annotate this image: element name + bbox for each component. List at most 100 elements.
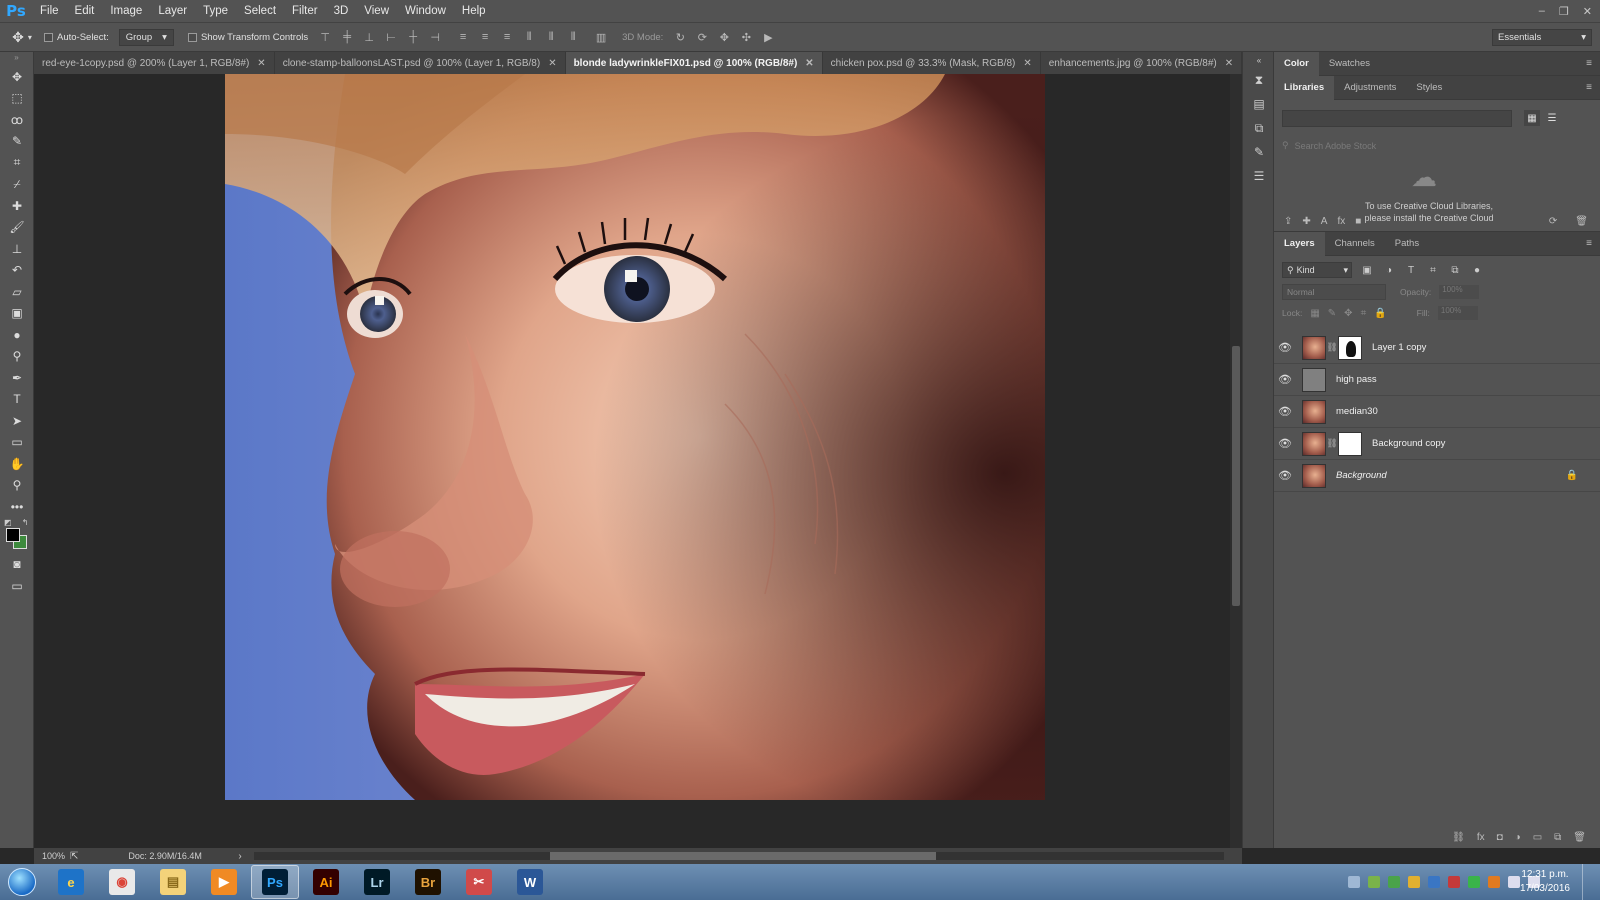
- document-tab[interactable]: blonde ladywrinkleFIX01.psd @ 100% (RGB/…: [565, 52, 823, 74]
- keyboard-icon[interactable]: [1348, 876, 1360, 888]
- sync-icon[interactable]: ⟳: [1549, 216, 1557, 227]
- new-group-icon[interactable]: ▭: [1533, 832, 1542, 843]
- taskbar-bridge[interactable]: Br: [404, 865, 452, 899]
- quick-selection-tool-icon[interactable]: ✎: [0, 131, 34, 153]
- lock-transparent-icon[interactable]: ▦: [1310, 308, 1319, 319]
- layer-mask-thumbnail[interactable]: [1338, 431, 1362, 456]
- 3d-orbit-icon[interactable]: ↻: [673, 30, 687, 44]
- visibility-eye-icon[interactable]: 👁: [1274, 469, 1296, 482]
- quick-mask-icon[interactable]: ◙: [0, 554, 34, 576]
- 3d-slide-icon[interactable]: ✣: [739, 30, 753, 44]
- tab-paths[interactable]: Paths: [1385, 232, 1429, 256]
- document-tab[interactable]: enhancements.jpg @ 100% (RGB/8#) ✕: [1040, 52, 1243, 74]
- tab-layers[interactable]: Layers: [1274, 231, 1325, 256]
- new-layer-icon[interactable]: ⧉: [1554, 832, 1561, 843]
- tab-adjustments[interactable]: Adjustments: [1334, 76, 1406, 100]
- library-select[interactable]: [1282, 110, 1512, 127]
- clone-stamp-tool-icon[interactable]: ⊥: [0, 238, 34, 260]
- align-bottom-icon[interactable]: ⊥: [362, 30, 376, 44]
- stock-search-input[interactable]: Search Adobe Stock: [1295, 141, 1377, 151]
- distribute-bottom-icon[interactable]: ≡: [500, 30, 514, 44]
- document-tab[interactable]: chicken pox.psd @ 33.3% (Mask, RGB/8) ✕: [822, 52, 1041, 74]
- visibility-eye-icon[interactable]: 👁: [1274, 405, 1296, 418]
- tab-swatches[interactable]: Swatches: [1319, 52, 1380, 76]
- healing-brush-tool-icon[interactable]: ✚: [0, 195, 34, 217]
- visibility-eye-icon[interactable]: 👁: [1274, 373, 1296, 386]
- upload-icon[interactable]: ⇪: [1284, 216, 1292, 227]
- properties-panel-icon[interactable]: ▤: [1243, 92, 1275, 116]
- panel-grip-icon[interactable]: »: [0, 52, 33, 66]
- taskbar-illustrator[interactable]: Ai: [302, 865, 350, 899]
- path-selection-tool-icon[interactable]: ➤: [0, 410, 34, 432]
- filter-smart-object-icon[interactable]: ⧉: [1448, 265, 1462, 276]
- tab-color[interactable]: Color: [1274, 51, 1319, 76]
- foreground-color-swatch[interactable]: [6, 527, 20, 542]
- menu-file[interactable]: File: [32, 0, 67, 22]
- show-transform-box[interactable]: [187, 32, 197, 42]
- lock-position-icon[interactable]: ✥: [1344, 308, 1352, 319]
- horizontal-scrollbar[interactable]: [254, 852, 1224, 860]
- layer-row[interactable]: 👁 high pass: [1274, 364, 1600, 396]
- panel-menu-icon[interactable]: ≡: [1586, 82, 1592, 93]
- add-layer-style-icon[interactable]: fx: [1337, 216, 1345, 227]
- filter-pixel-icon[interactable]: ▣: [1360, 265, 1374, 276]
- filter-toggle-icon[interactable]: ●: [1470, 265, 1484, 276]
- layer-filter-kind-select[interactable]: ⚲ Kind ▾: [1282, 262, 1352, 278]
- mask-link-icon[interactable]: ⛓: [1326, 342, 1338, 353]
- document-tab[interactable]: red-eye-1copy.psd @ 200% (Layer 1, RGB/8…: [34, 52, 275, 74]
- trash-icon[interactable]: 🗑: [1575, 216, 1588, 227]
- distribute-top-icon[interactable]: ≡: [456, 30, 470, 44]
- distribute-left-icon[interactable]: ⦀: [522, 30, 536, 44]
- menu-select[interactable]: Select: [236, 0, 284, 22]
- align-left-icon[interactable]: ⊢: [384, 30, 398, 44]
- 3d-camera-icon[interactable]: ▶: [761, 30, 775, 44]
- add-graphic-icon[interactable]: ✚: [1302, 216, 1310, 227]
- lasso-tool-icon[interactable]: ꝏ: [0, 109, 34, 131]
- type-tool-icon[interactable]: T: [0, 389, 34, 411]
- brush-tool-icon[interactable]: 🖌: [0, 217, 34, 239]
- vertical-scrollbar[interactable]: [1230, 74, 1242, 848]
- align-hcenter-icon[interactable]: ┼: [406, 30, 420, 44]
- pen-tool-icon[interactable]: ✒: [0, 367, 34, 389]
- link-layers-icon[interactable]: ⛓: [1452, 832, 1465, 843]
- filter-adjustment-icon[interactable]: ◑: [1382, 265, 1396, 276]
- visibility-eye-icon[interactable]: 👁: [1274, 341, 1296, 354]
- add-character-style-icon[interactable]: A: [1321, 216, 1328, 227]
- add-mask-icon[interactable]: ◘: [1497, 832, 1503, 843]
- visibility-eye-icon[interactable]: 👁: [1274, 437, 1296, 450]
- layer-mask-thumbnail[interactable]: [1338, 335, 1362, 360]
- layer-name[interactable]: Background: [1336, 470, 1387, 481]
- antivirus-icon[interactable]: [1448, 876, 1460, 888]
- tab-channels[interactable]: Channels: [1325, 232, 1385, 256]
- update-icon[interactable]: [1488, 876, 1500, 888]
- close-button[interactable]: ✕: [1583, 5, 1592, 18]
- taskbar-snipping-tool[interactable]: ✂: [455, 865, 503, 899]
- move-tool-preset[interactable]: ✥ ▾: [0, 29, 44, 46]
- 3d-roll-icon[interactable]: ⟳: [695, 30, 709, 44]
- move-tool-icon[interactable]: ✥: [0, 66, 34, 88]
- hand-tool-icon[interactable]: ✋: [0, 453, 34, 475]
- gradient-tool-icon[interactable]: ▣: [0, 303, 34, 325]
- lock-all-icon[interactable]: 🔒: [1374, 308, 1386, 319]
- default-colors-icon[interactable]: ◩ ↰: [4, 518, 28, 527]
- menu-help[interactable]: Help: [454, 0, 494, 22]
- stock-search[interactable]: ⚲ Search Adobe Stock: [1282, 137, 1562, 154]
- eyedropper-tool-icon[interactable]: ⌿: [0, 174, 34, 196]
- opacity-field[interactable]: 100%: [1439, 285, 1480, 299]
- marquee-tool-icon[interactable]: ⬚: [0, 88, 34, 110]
- taskbar-media-player[interactable]: ▶: [200, 865, 248, 899]
- zoom-level[interactable]: 100%: [34, 851, 70, 861]
- screen-mode-icon[interactable]: ▭: [0, 575, 34, 597]
- auto-select-box[interactable]: [44, 32, 53, 42]
- zoom-tool-icon[interactable]: ⚲: [0, 475, 34, 497]
- layer-thumbnail[interactable]: [1302, 463, 1326, 488]
- history-panel-icon[interactable]: ⧗: [1243, 68, 1275, 92]
- tab-styles[interactable]: Styles: [1406, 76, 1452, 100]
- filter-shape-icon[interactable]: ⌗: [1426, 265, 1440, 276]
- distribute-hcenter-icon[interactable]: ⦀: [544, 30, 558, 44]
- grid-view-icon[interactable]: ▦: [1524, 110, 1540, 126]
- document-size-info[interactable]: Doc: 2.90M/16.4M: [128, 851, 238, 861]
- menu-3d[interactable]: 3D: [326, 0, 357, 22]
- document-canvas[interactable]: [225, 74, 1046, 800]
- layer-row[interactable]: 👁 median30: [1274, 396, 1600, 428]
